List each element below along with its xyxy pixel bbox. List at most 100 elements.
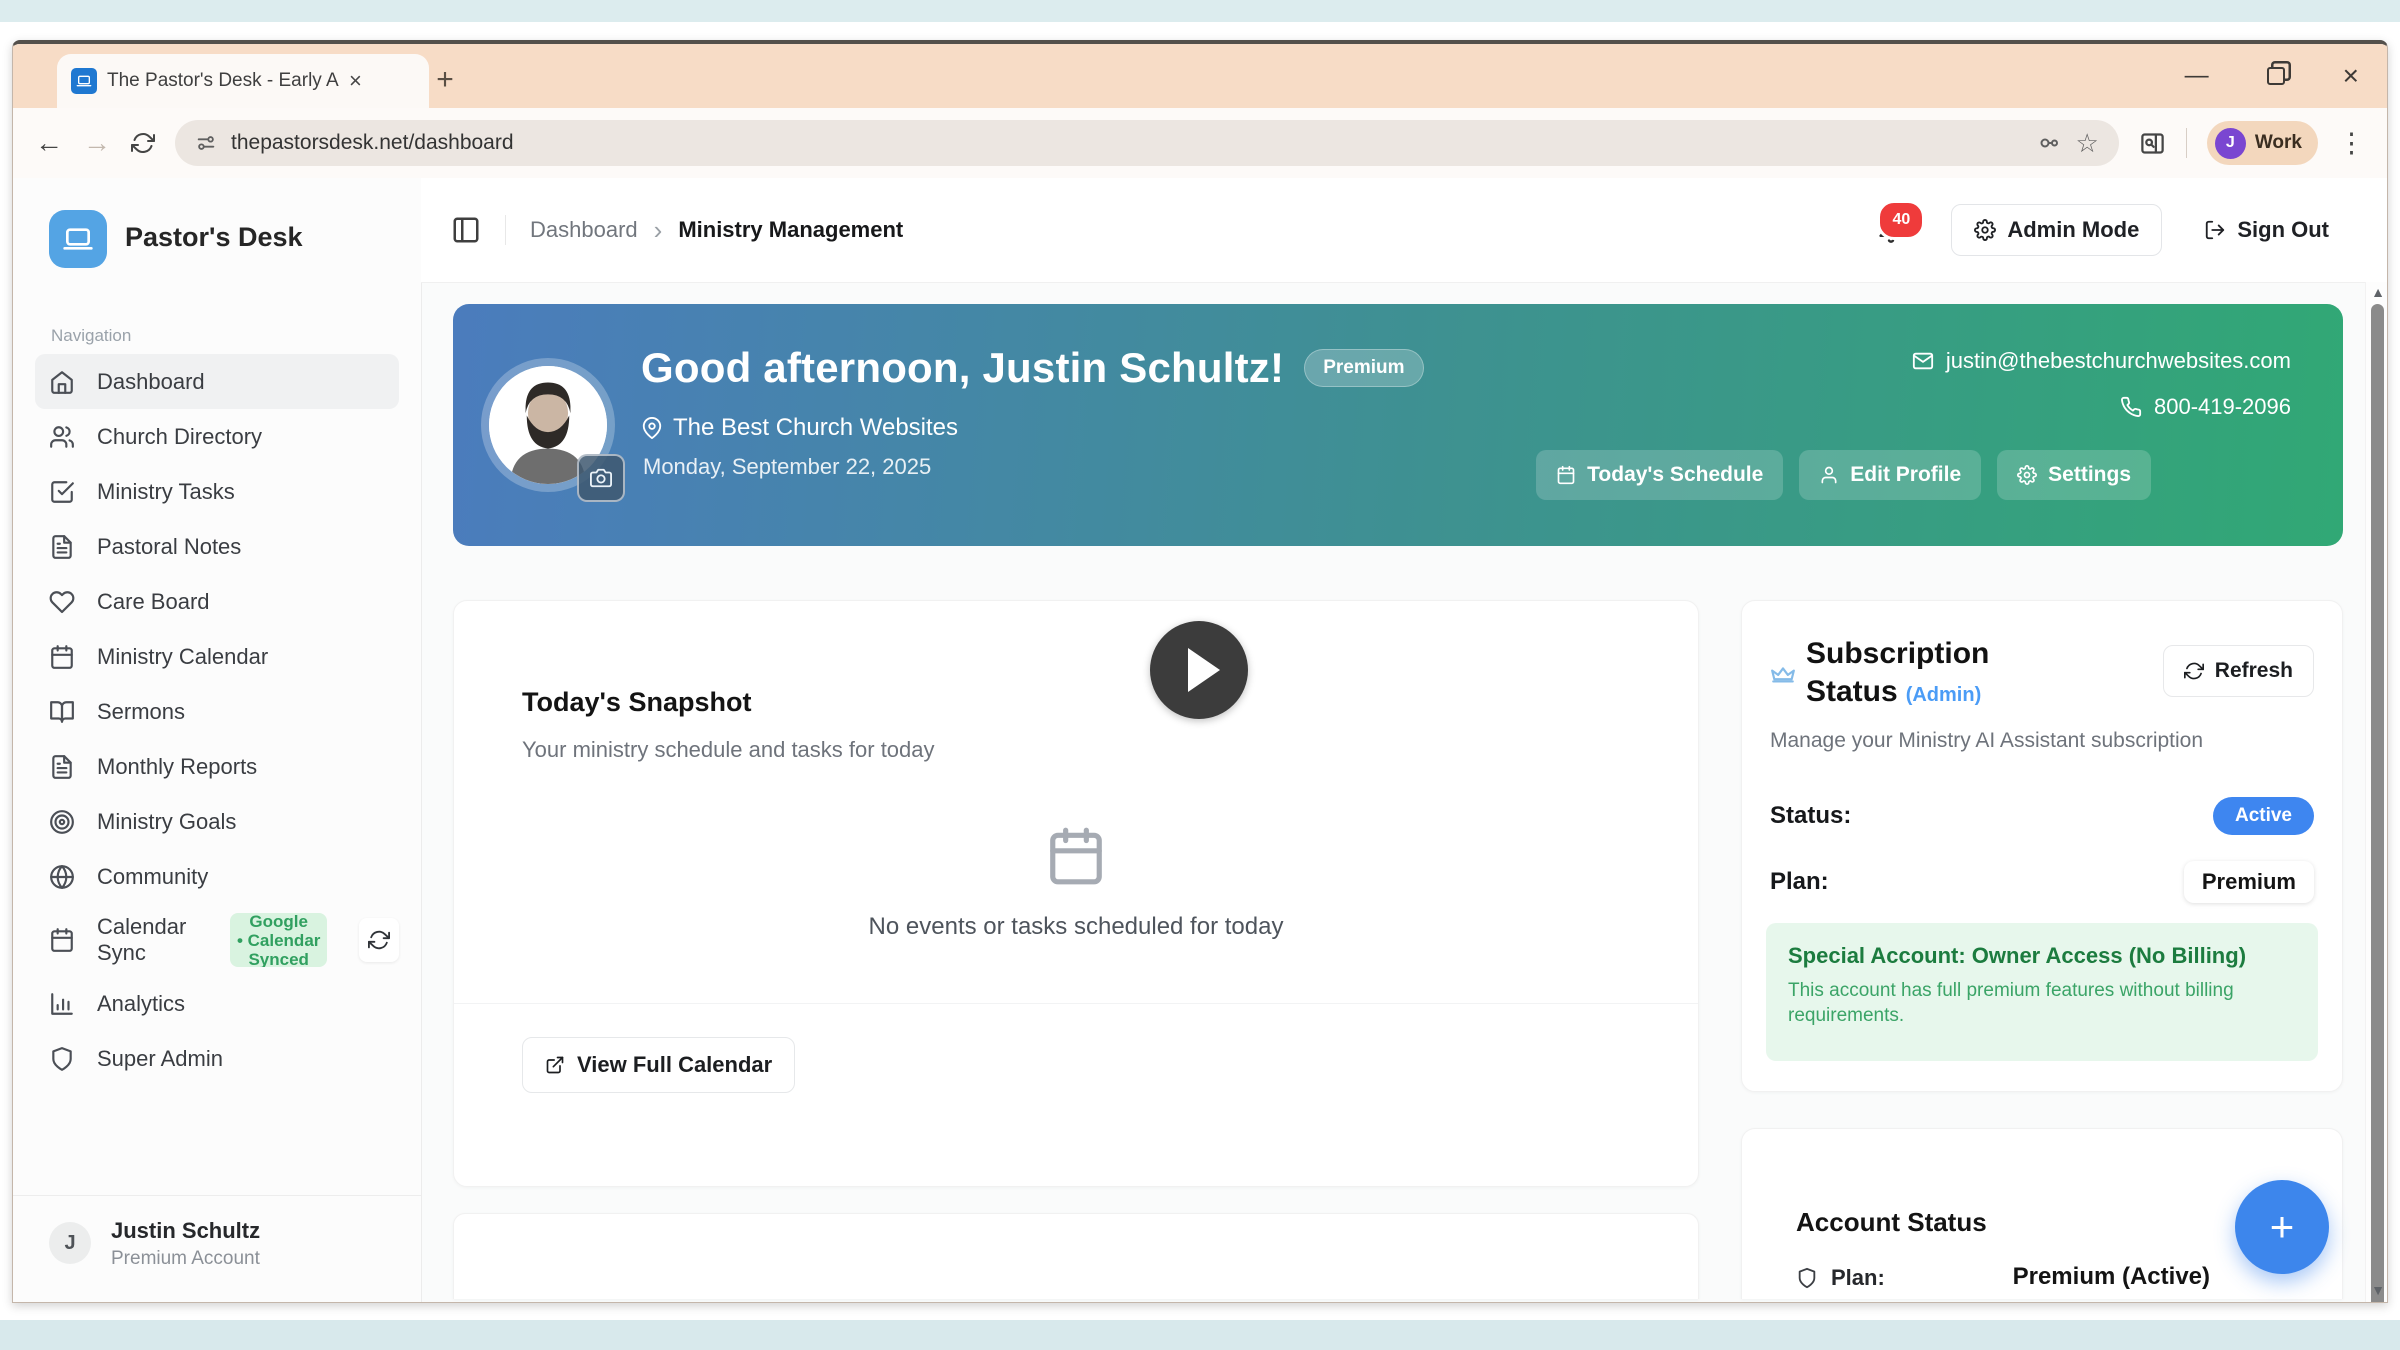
sidebar-item-ministry-tasks[interactable]: Ministry Tasks [35, 464, 399, 519]
user-phone: 800-419-2096 [2154, 394, 2291, 420]
user-avatar: J [49, 1222, 91, 1264]
url-text: thepastorsdesk.net/dashboard [231, 131, 2024, 155]
scroll-down-arrow-icon[interactable]: ▼ [2366, 1282, 2388, 1298]
app-name: Pastor's Desk [125, 222, 303, 253]
nav-list: Dashboard Church Directory Ministry Task… [13, 354, 421, 1086]
breadcrumb-section[interactable]: Dashboard [530, 217, 638, 243]
scroll-up-arrow-icon[interactable]: ▲ [2366, 284, 2388, 300]
greeting-banner: Good afternoon, Justin Schultz! Premium … [453, 304, 2343, 546]
todays-snapshot-card: Today's Snapshot Your ministry schedule … [453, 600, 1699, 1187]
app-logo-icon [49, 210, 107, 268]
tab-favicon [71, 68, 97, 94]
settings-button[interactable]: Settings [1997, 450, 2151, 500]
notice-body: This account has full premium features w… [1788, 978, 2248, 1028]
scrollbar-thumb[interactable] [2371, 304, 2384, 1303]
sidebar-item-pastoral-notes[interactable]: Pastoral Notes [35, 519, 399, 574]
camera-icon[interactable] [577, 454, 625, 502]
organization-name: The Best Church Websites [673, 414, 958, 442]
video-play-button[interactable] [1150, 621, 1248, 719]
browser-tab[interactable]: The Pastor's Desk - Early Access × [57, 54, 429, 108]
nav-section-label: Navigation [51, 326, 131, 346]
report-icon [49, 754, 75, 780]
window-minimize-button[interactable]: — [2185, 64, 2209, 88]
refresh-button[interactable]: Refresh [2163, 645, 2314, 697]
todays-schedule-button[interactable]: Today's Schedule [1536, 450, 1783, 500]
sidebar-item-calendar-sync[interactable]: Calendar Sync Google • Calendar Synced [35, 904, 399, 976]
admin-mode-button[interactable]: Admin Mode [1951, 204, 2162, 256]
reload-icon[interactable] [131, 131, 155, 155]
forward-icon[interactable]: → [83, 129, 111, 157]
user-name: Justin Schultz [111, 1218, 260, 1244]
add-fab-button[interactable]: + [2235, 1180, 2329, 1274]
sidebar-item-analytics[interactable]: Analytics [35, 976, 399, 1031]
snapshot-title: Today's Snapshot [522, 687, 751, 718]
sidebar-item-super-admin[interactable]: Super Admin [35, 1031, 399, 1086]
notifications-bell-icon[interactable]: 40 [1877, 216, 1905, 244]
target-icon [49, 809, 75, 835]
edit-profile-button[interactable]: Edit Profile [1799, 450, 1981, 500]
site-settings-icon[interactable] [195, 132, 217, 154]
sidebar: Pastor's Desk Navigation Dashboard Churc… [13, 178, 422, 1302]
calendar-icon [1556, 465, 1576, 485]
sidebar-item-community[interactable]: Community [35, 849, 399, 904]
document-icon [49, 534, 75, 560]
globe-icon [49, 864, 75, 890]
url-bar[interactable]: thepastorsdesk.net/dashboard ☆ [175, 120, 2119, 166]
status-badge: Active [2213, 797, 2314, 835]
check-square-icon [49, 479, 75, 505]
special-account-notice: Special Account: Owner Access (No Billin… [1766, 923, 2318, 1061]
account-status-title: Account Status [1796, 1207, 1987, 1238]
calendar-icon [49, 644, 75, 670]
sidebar-item-dashboard[interactable]: Dashboard [35, 354, 399, 409]
sidebar-item-care-board[interactable]: Care Board [35, 574, 399, 629]
notification-badge: 40 [1877, 200, 1925, 240]
users-icon [49, 424, 75, 450]
browser-profile-chip[interactable]: J Work [2207, 121, 2318, 165]
gear-icon [1974, 219, 1996, 241]
status-row: Status: Active [1770, 797, 2314, 835]
subscription-status-card: Subscription Status(Admin) Refresh Manag… [1741, 600, 2343, 1092]
page-scrollbar: ▲ ▼ [2365, 282, 2388, 1302]
bookmark-star-icon[interactable]: ☆ [2076, 130, 2099, 156]
desktop-top-strip [0, 0, 2400, 22]
current-date: Monday, September 22, 2025 [643, 454, 931, 480]
side-panel-icon[interactable] [2139, 130, 2166, 157]
breadcrumb-separator: › [654, 215, 663, 246]
premium-badge: Premium [1304, 349, 1423, 387]
empty-calendar-icon [1045, 825, 1107, 887]
next-section-card [453, 1213, 1699, 1299]
browser-menu-icon[interactable]: ⋮ [2338, 130, 2365, 157]
sidebar-item-sermons[interactable]: Sermons [35, 684, 399, 739]
password-key-icon[interactable] [2038, 131, 2062, 155]
new-tab-button[interactable]: + [421, 56, 469, 104]
tab-title: The Pastor's Desk - Early Access [107, 70, 339, 92]
window-restore-button[interactable] [2267, 67, 2285, 85]
window-close-button[interactable]: × [2343, 62, 2359, 90]
header-divider [505, 215, 506, 245]
plan-badge: Premium [2184, 861, 2314, 903]
sign-out-icon [2204, 219, 2226, 241]
phone-icon [2120, 396, 2142, 418]
bar-chart-icon [49, 991, 75, 1017]
snapshot-divider [454, 1003, 1698, 1004]
back-icon[interactable]: ← [35, 129, 63, 157]
browser-toolbar: ← → thepastorsdesk.net/dashboard ☆ J Wor… [13, 108, 2387, 179]
sidebar-toggle-icon[interactable] [451, 215, 481, 245]
shield-icon [49, 1046, 75, 1072]
sidebar-item-ministry-goals[interactable]: Ministry Goals [35, 794, 399, 849]
sidebar-item-monthly-reports[interactable]: Monthly Reports [35, 739, 399, 794]
sign-out-button[interactable]: Sign Out [2204, 217, 2329, 243]
sidebar-item-ministry-calendar[interactable]: Ministry Calendar [35, 629, 399, 684]
home-icon [49, 369, 75, 395]
sidebar-item-church-directory[interactable]: Church Directory [35, 409, 399, 464]
sidebar-user-footer[interactable]: J Justin Schultz Premium Account [13, 1195, 421, 1292]
snapshot-empty-message: No events or tasks scheduled for today [454, 913, 1698, 941]
tab-close-icon[interactable]: × [349, 70, 362, 92]
subscription-title: Subscription Status(Admin) [1806, 635, 2116, 714]
desktop-bottom-strip [0, 1320, 2400, 1350]
greeting-title: Good afternoon, Justin Schultz! [641, 344, 1284, 392]
sync-refresh-icon[interactable] [359, 918, 399, 962]
view-full-calendar-button[interactable]: View Full Calendar [522, 1037, 795, 1093]
dashboard-content: Good afternoon, Justin Schultz! Premium … [421, 282, 2387, 1302]
external-link-icon [545, 1055, 565, 1075]
